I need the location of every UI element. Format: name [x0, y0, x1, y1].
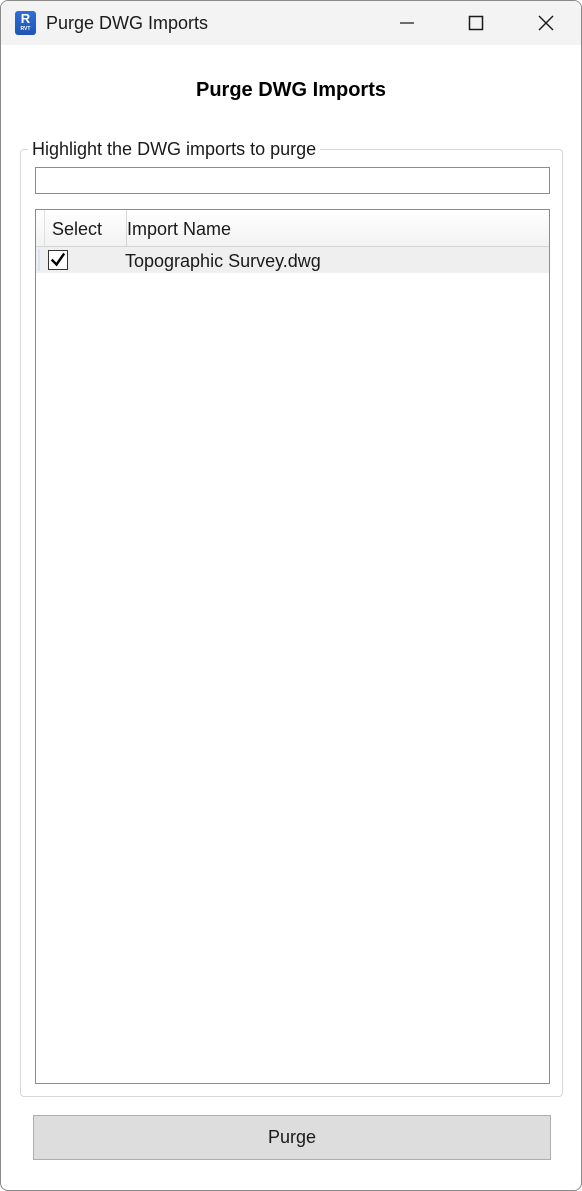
maximize-button[interactable] — [453, 1, 499, 45]
row-indicator — [38, 249, 43, 271]
revit-icon: R RVT — [15, 11, 36, 35]
minimize-icon — [400, 22, 414, 24]
import-name-cell[interactable]: Topographic Survey.dwg — [125, 247, 321, 275]
select-checkbox[interactable] — [48, 250, 68, 270]
minimize-button[interactable] — [384, 1, 430, 45]
app-icon-subtext: RVT — [20, 26, 31, 32]
close-icon — [538, 15, 554, 31]
title-bar[interactable]: R RVT Purge DWG Imports — [1, 1, 581, 45]
table-row[interactable]: Topographic Survey.dwg — [36, 247, 549, 273]
purge-button[interactable]: Purge — [33, 1115, 551, 1160]
grid-header: Select Import Name — [36, 210, 549, 247]
page-title: Purge DWG Imports — [195, 79, 386, 101]
imports-grid[interactable]: Select Import Name Topographic Survey.dw… — [35, 209, 550, 1084]
app-icon-letter: R — [20, 11, 31, 26]
filter-input[interactable] — [35, 167, 550, 194]
close-button[interactable] — [523, 1, 569, 45]
header-row-gutter — [36, 210, 45, 246]
purge-dwg-window: R RVT Purge DWG Imports Purge DWG Import… — [0, 0, 582, 1191]
window-title: Purge DWG Imports — [46, 13, 209, 33]
checkmark-icon — [50, 252, 66, 267]
groupbox-label: Highlight the DWG imports to purge — [28, 138, 321, 160]
column-header-select[interactable]: Select — [45, 210, 127, 246]
maximize-icon — [468, 15, 484, 31]
column-header-import-name[interactable]: Import Name — [120, 210, 547, 246]
